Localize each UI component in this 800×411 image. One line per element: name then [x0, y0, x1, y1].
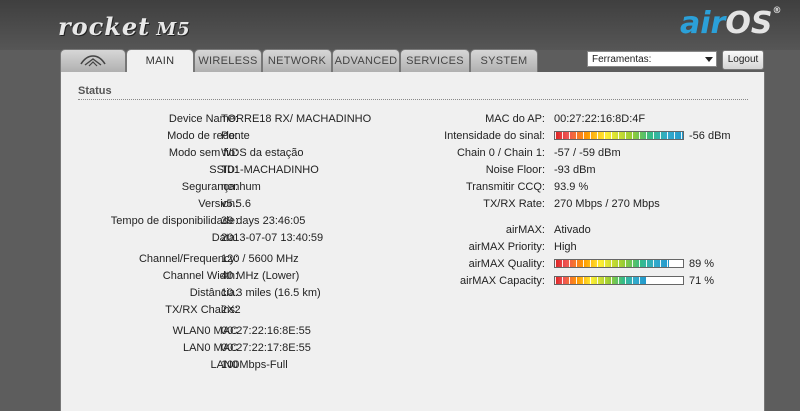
status-value: 2X2 [221, 304, 241, 316]
signal-level-bar [554, 259, 684, 268]
status-value: 00:27:22:17:8E:55 [221, 342, 311, 354]
status-label: airMAX Priority: [468, 241, 545, 253]
section-divider [78, 99, 748, 100]
tab-system[interactable]: SYSTEM [470, 49, 538, 72]
status-value: 10.3 miles (16.5 km) [221, 287, 321, 299]
status-label: Chain 0 / Chain 1: [456, 147, 545, 159]
status-value: 270 Mbps / 270 Mbps [554, 198, 660, 210]
status-value: WDS da estação [221, 147, 304, 159]
status-value: 00:27:22:16:8D:4F [554, 113, 646, 125]
airos-registered-mark: ® [772, 6, 782, 16]
signal-level-bar [554, 131, 684, 140]
status-label: Distância: [189, 287, 238, 299]
tab-ubnt-logo[interactable] [60, 49, 126, 72]
signal-level-fill [555, 260, 669, 267]
status-label: Modo sem fio: [168, 147, 238, 159]
status-panel: Status Device Name: TORRE18 RX/ MACHADINH… [60, 72, 765, 411]
status-value: 2013-07-07 13:40:59 [221, 232, 324, 244]
status-label: Version: [198, 198, 238, 210]
status-value: TORRE18 RX/ MACHADINHO [221, 113, 372, 125]
signal-level-bar [554, 276, 684, 285]
status-value: -56 dBm [689, 130, 731, 142]
status-label: LAN0 MAC [182, 342, 238, 354]
tools-dropdown[interactable]: Ferramentas: [587, 51, 717, 67]
status-label: airMAX Capacity: [460, 275, 545, 287]
status-label: airMAX: [505, 224, 545, 236]
status-value: -57 / -59 dBm [554, 147, 621, 159]
status-value: 93.9 % [554, 181, 589, 193]
tab-main[interactable]: MAIN [126, 49, 194, 74]
chevron-down-icon [705, 57, 713, 62]
logout-button[interactable]: Logout [722, 50, 764, 70]
status-value: 89 % [689, 258, 715, 270]
status-value: 100Mbps-Full [221, 359, 288, 371]
status-value: 39 days 23:46:05 [221, 215, 306, 227]
status-value: High [554, 241, 577, 253]
status-label: TX/RX Rate: [483, 198, 545, 210]
product-name: rocket [58, 12, 151, 41]
status-label: WLAN0 MAC [172, 325, 238, 337]
status-value: -93 dBm [554, 164, 596, 176]
section-title: Status [78, 85, 112, 97]
status-label: Data: [211, 232, 238, 244]
tab-network[interactable]: NETWORK [262, 49, 332, 72]
tab-advanced[interactable]: ADVANCED [332, 49, 400, 72]
status-value: Ativado [554, 224, 591, 236]
status-label: Intensidade do sinal: [444, 130, 545, 142]
status-value: Ponte [221, 130, 250, 142]
tools-dropdown-value: Ferramentas: [592, 54, 652, 65]
airos-logo: airOS® [680, 6, 781, 41]
product-logo: rocket M5 [58, 12, 191, 41]
status-value: v5.5.6 [221, 198, 251, 210]
status-label: Segurança: [181, 181, 238, 193]
status-label: Noise Floor: [485, 164, 545, 176]
status-label: airMAX Quality: [468, 258, 545, 270]
airos-logo-suffix: OS [725, 6, 773, 41]
status-value: 120 / 5600 MHz [221, 253, 299, 265]
status-label: TX/RX Chains: [165, 304, 238, 316]
ubiquiti-icon [80, 55, 106, 67]
status-label: Transmitir CCQ: [465, 181, 545, 193]
status-value: 00:27:22:16:8E:55 [221, 325, 311, 337]
tab-services[interactable]: SERVICES [400, 49, 470, 72]
signal-level-fill [555, 132, 683, 139]
tab-wireless[interactable]: WIRELESS [194, 49, 262, 72]
status-label: SSID: [209, 164, 238, 176]
header-bar: rocket M5 airOS® [0, 0, 800, 50]
signal-level-fill [555, 277, 646, 284]
status-value: T01-MACHADINHO [221, 164, 319, 176]
status-value: 40 MHz (Lower) [221, 270, 300, 282]
status-label: Modo de rede: [167, 130, 238, 142]
status-value: nenhum [221, 181, 261, 193]
status-label: Tempo de disponibilidade: [110, 215, 238, 227]
status-value: 71 % [689, 275, 715, 287]
product-model: M5 [156, 19, 191, 40]
status-label: Channel/Frequency: [138, 253, 238, 265]
status-label: Device Name: [168, 113, 238, 125]
status-label: LAN0 [210, 359, 238, 371]
airos-logo-prefix: air [680, 6, 726, 41]
status-label: MAC do AP: [485, 113, 545, 125]
status-label: Channel Width: [162, 270, 238, 282]
